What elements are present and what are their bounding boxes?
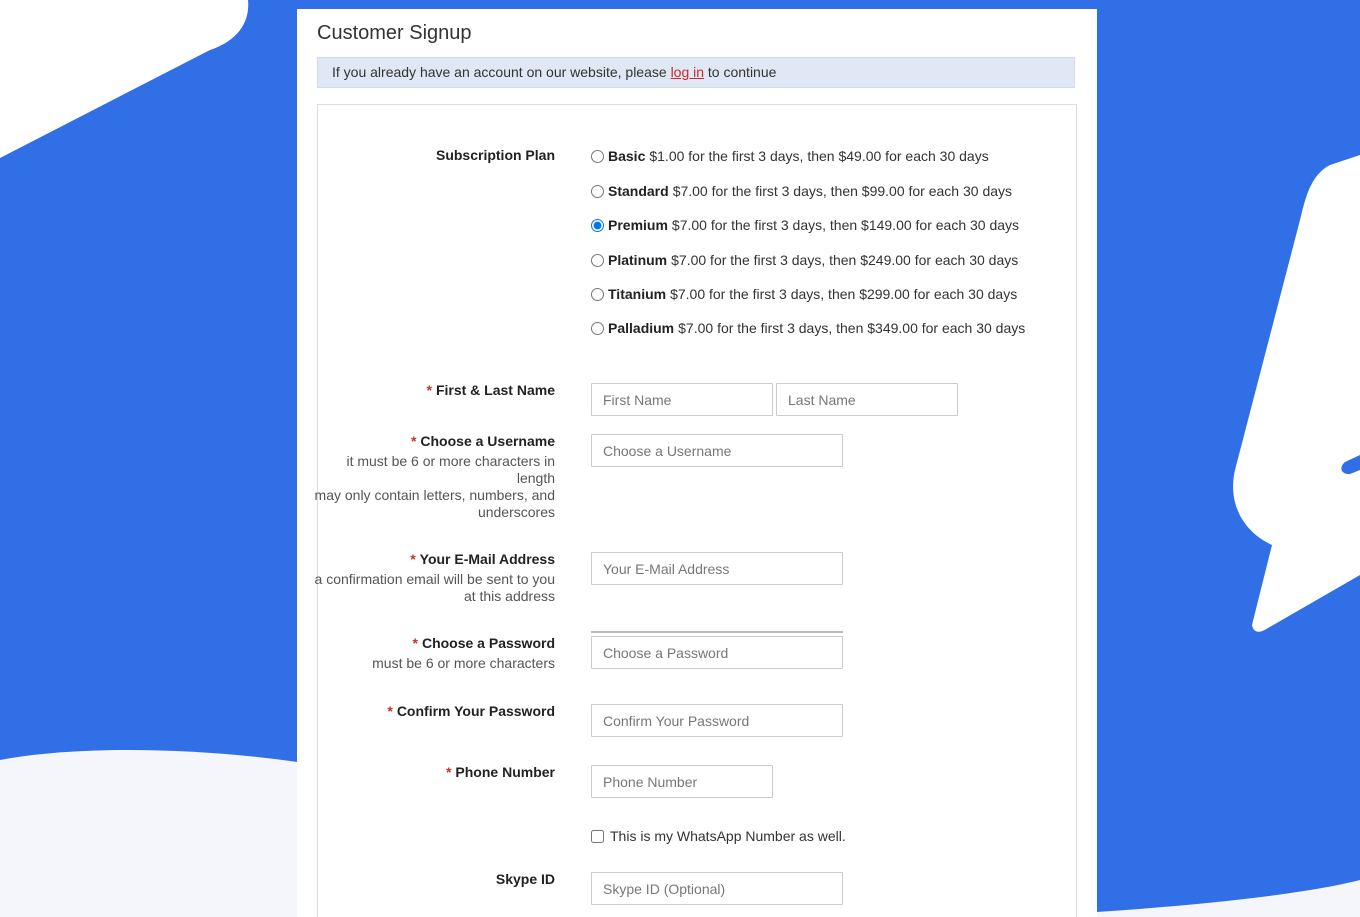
email-label: * Your E-Mail Address xyxy=(305,551,555,567)
right-shape xyxy=(1233,155,1360,632)
username-label-text: Choose a Username xyxy=(420,433,555,449)
password-label-group: * Choose a Password must be 6 or more cha… xyxy=(305,635,555,672)
top-left-shape xyxy=(0,0,249,158)
plan-radio-titanium[interactable] xyxy=(591,287,604,301)
required-mark: * xyxy=(445,764,452,780)
subscription-plan-label: Subscription Plan xyxy=(435,147,555,163)
signup-form: Subscription Plan Basic $1.00 for the fi… xyxy=(315,104,1077,917)
phone-label-group: * Phone Number xyxy=(305,764,555,780)
phone-input[interactable] xyxy=(591,765,773,798)
username-label-group: * Choose a Username it must be 6 or more … xyxy=(305,433,555,521)
required-mark: * xyxy=(410,551,416,567)
plan-description: $7.00 for the first 3 days, then $299.00… xyxy=(670,286,1018,302)
plan-radio-standard[interactable] xyxy=(591,184,604,198)
plan-description: $7.00 for the first 3 days, then $249.00… xyxy=(671,252,1019,268)
skype-label: Skype ID xyxy=(495,871,555,887)
confirm-password-label-group: * Confirm Your Password xyxy=(305,703,555,719)
plan-option-premium[interactable]: Premium $7.00 for the first 3 days, then… xyxy=(591,217,1019,233)
plan-option-standard[interactable]: Standard $7.00 for the first 3 days, the… xyxy=(591,183,1012,199)
first-name-input[interactable] xyxy=(591,383,773,416)
plan-description: $7.00 for the first 3 days, then $149.00… xyxy=(671,217,1020,233)
username-hint-length: it must be 6 or more characters in lengt… xyxy=(346,453,555,486)
plan-name: Premium xyxy=(608,217,668,233)
plan-radio-basic[interactable] xyxy=(591,149,604,163)
name-label-text: First & Last Name xyxy=(435,382,555,398)
skype-label-group: Skype ID xyxy=(305,871,555,887)
plan-description: $7.00 for the first 3 days, then $99.00 … xyxy=(672,183,1013,199)
subscription-label-group: Subscription Plan xyxy=(305,147,555,163)
password-label: * Choose a Password xyxy=(305,635,556,651)
plan-option-basic[interactable]: Basic $1.00 for the first 3 days, then $… xyxy=(591,148,989,164)
plan-name: Titanium xyxy=(608,286,667,302)
signup-panel: Customer Signup If you already have an a… xyxy=(297,9,1097,917)
plan-radio-platinum[interactable] xyxy=(591,253,604,267)
plan-option-titanium[interactable]: Titanium $7.00 for the first 3 days, the… xyxy=(591,286,1017,302)
confirm-password-input[interactable] xyxy=(591,704,843,737)
plan-option-palladium[interactable]: Palladium $7.00 for the first 3 days, th… xyxy=(591,320,1025,336)
required-mark: * xyxy=(410,433,417,449)
email-hint: a confirmation email will be sent to you… xyxy=(314,571,555,604)
whatsapp-checkbox[interactable] xyxy=(591,829,604,843)
skype-input[interactable] xyxy=(591,872,843,905)
email-label-group: * Your E-Mail Address a confirmation emai… xyxy=(305,551,555,605)
plan-description: $1.00 for the first 3 days, then $49.00 … xyxy=(649,148,989,164)
whatsapp-option[interactable]: This is my WhatsApp Number as well. xyxy=(591,828,846,844)
plan-description: $7.00 for the first 3 days, then $349.00… xyxy=(678,320,1026,336)
plan-radio-premium[interactable] xyxy=(591,218,604,232)
plan-name: Standard xyxy=(608,183,669,199)
plan-option-platinum[interactable]: Platinum $7.00 for the first 3 days, the… xyxy=(591,252,1018,268)
password-strength-bar xyxy=(591,631,843,633)
email-label-text: Your E-Mail Address xyxy=(419,551,555,567)
plan-name: Platinum xyxy=(608,252,668,268)
confirm-password-label-text: Confirm Your Password xyxy=(396,703,555,719)
notice-text-before: If you already have an account on our we… xyxy=(332,64,671,80)
username-input[interactable] xyxy=(591,434,843,467)
last-name-input[interactable] xyxy=(776,383,958,416)
plan-name: Basic xyxy=(608,148,646,164)
phone-label: * Phone Number xyxy=(305,764,555,780)
plan-radio-palladium[interactable] xyxy=(591,321,604,335)
required-mark: * xyxy=(426,382,432,398)
password-hint: must be 6 or more characters xyxy=(372,655,555,671)
whatsapp-label: This is my WhatsApp Number as well. xyxy=(610,828,846,844)
name-label-group: * First & Last Name xyxy=(305,382,556,398)
required-mark: * xyxy=(387,703,393,719)
name-label: * First & Last Name xyxy=(305,382,556,398)
login-notice: If you already have an account on our we… xyxy=(317,57,1075,88)
password-input[interactable] xyxy=(591,636,843,669)
username-label: * Choose a Username xyxy=(305,433,555,449)
phone-label-text: Phone Number xyxy=(455,764,555,780)
email-input[interactable] xyxy=(591,552,843,585)
confirm-password-label: * Confirm Your Password xyxy=(305,703,555,719)
bottom-right-wave xyxy=(1097,880,1360,917)
required-mark: * xyxy=(412,635,418,651)
bottom-left-wave xyxy=(0,750,297,917)
notice-text-after: to continue xyxy=(704,64,777,80)
username-hint-characters: may only contain letters, numbers, and u… xyxy=(314,487,555,520)
page-title: Customer Signup xyxy=(317,22,472,44)
login-link[interactable]: log in xyxy=(671,64,704,80)
plan-name: Palladium xyxy=(608,320,675,336)
password-label-text: Choose a Password xyxy=(421,635,555,651)
